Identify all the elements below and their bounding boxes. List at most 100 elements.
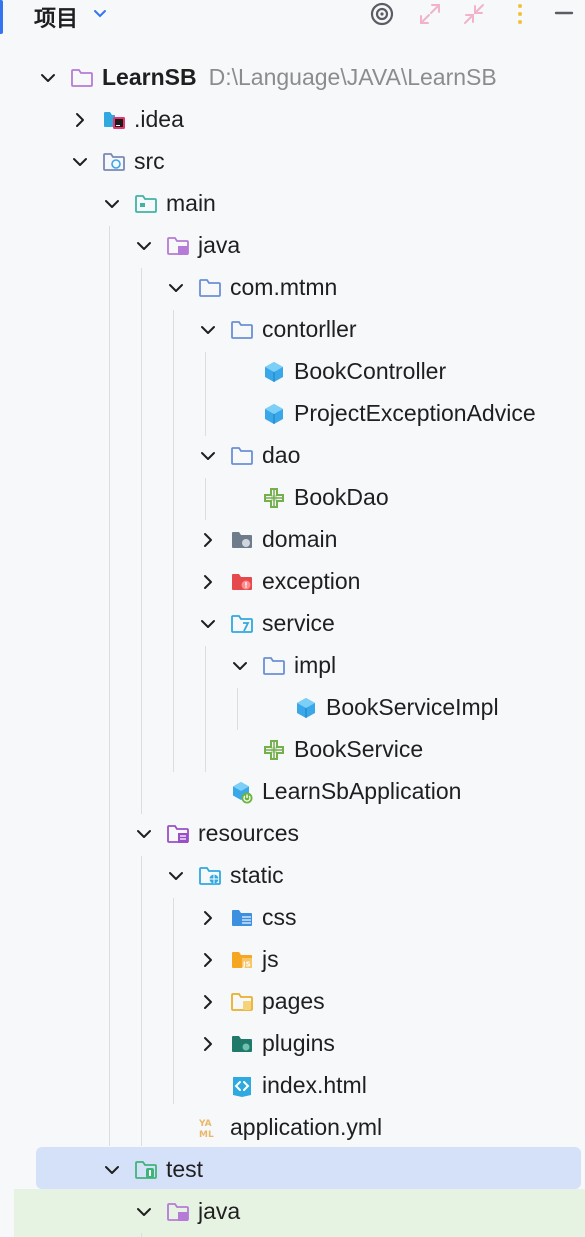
spring-boot-app-icon (230, 780, 254, 804)
tree-node-resources[interactable]: resources (0, 813, 585, 855)
tree-node-test[interactable]: test (0, 1149, 585, 1191)
tree-node-service[interactable]: service (0, 603, 585, 645)
tree-node-bookcontroller[interactable]: BookController (0, 351, 585, 393)
tree-node-label: service (262, 610, 335, 637)
indent-guide (141, 1233, 142, 1237)
tree-node-label: js (262, 946, 279, 973)
chevron-down-icon[interactable] (230, 656, 250, 676)
tree-node-name: .idea (134, 106, 184, 132)
tree-node-projectexceptionadvice[interactable]: ProjectExceptionAdvice (0, 393, 585, 435)
chevron-right-icon[interactable] (198, 908, 218, 928)
tree-node-label: BookServiceImpl (326, 694, 499, 721)
tree-node-contorller[interactable]: contorller (0, 309, 585, 351)
chevron-right-icon[interactable] (198, 572, 218, 592)
exception-folder-icon (230, 570, 254, 594)
chevron-down-icon[interactable] (134, 1202, 154, 1222)
chevron-right-icon[interactable] (198, 992, 218, 1012)
class-icon (262, 360, 286, 384)
more-icon[interactable] (506, 0, 534, 28)
tree-node-pages[interactable]: pages (0, 981, 585, 1023)
chevron-right-icon[interactable] (198, 530, 218, 550)
tree-node-exception[interactable]: exception (0, 561, 585, 603)
collapse-all-icon[interactable] (460, 0, 488, 28)
minimize-icon[interactable] (550, 0, 578, 28)
tree-node-js[interactable]: JS js (0, 939, 585, 981)
chevron-down-icon[interactable] (198, 446, 218, 466)
tree-node-dao[interactable]: dao (0, 435, 585, 477)
chevron-down-icon[interactable] (92, 3, 108, 23)
tree-node-css[interactable]: css (0, 897, 585, 939)
tree-node-src[interactable]: src (0, 141, 585, 183)
js-folder-icon: JS (230, 948, 254, 972)
tree-node-label: test (166, 1156, 203, 1183)
package-icon (262, 654, 286, 678)
tree-node-learnsbapplication[interactable]: LearnSbApplication (0, 771, 585, 813)
html-file-icon (230, 1074, 254, 1098)
chevron-down-icon[interactable] (198, 614, 218, 634)
css-folder-icon (230, 906, 254, 930)
chevron-right-icon[interactable] (198, 950, 218, 970)
expand-all-icon[interactable] (416, 0, 444, 28)
tree-node-application-yml[interactable]: YA ML application.yml (0, 1107, 585, 1149)
tree-node-bookservice[interactable]: BookService (0, 729, 585, 771)
tree-node-index-html[interactable]: index.html (0, 1065, 585, 1107)
chevron-down-icon[interactable] (38, 68, 58, 88)
tree-node-domain[interactable]: domain (0, 519, 585, 561)
tree-node-label: java (198, 232, 240, 259)
tree-node-name: java (198, 232, 241, 258)
tree-node-name: plugins (262, 1030, 335, 1056)
tree-node-label: .idea (134, 106, 184, 133)
main-folder-icon (134, 192, 158, 216)
tree-node-label: pages (262, 988, 325, 1015)
chevron-down-icon[interactable] (166, 866, 186, 886)
chevron-down-icon[interactable] (102, 194, 122, 214)
tree-node-label: LearnSbApplication (262, 778, 461, 805)
chevron-down-icon[interactable] (134, 824, 154, 844)
tree-node-learnsb[interactable]: LearnSB D:\Language\JAVA\LearnSB (0, 57, 585, 99)
chevron-down-icon[interactable] (70, 152, 90, 172)
tree-node-label: plugins (262, 1030, 335, 1057)
package-icon (198, 276, 222, 300)
tree-node-label: contorller (262, 316, 357, 343)
chevron-right-icon[interactable] (198, 1034, 218, 1054)
project-view-title[interactable]: 项目 (34, 1, 78, 33)
tree-node-name: impl (294, 652, 337, 678)
tree-node-name: exception (262, 568, 361, 594)
idea-folder-icon (102, 108, 126, 132)
tree-node-label: css (262, 904, 297, 931)
chevron-down-icon[interactable] (166, 278, 186, 298)
tree-node-name: LearnSbApplication (262, 778, 462, 804)
chevron-down-icon[interactable] (198, 320, 218, 340)
package-icon (230, 318, 254, 342)
tree-node-name: LearnSB (102, 64, 197, 90)
tree-node-name: BookDao (294, 484, 389, 510)
tree-node-impl[interactable]: impl (0, 645, 585, 687)
source-folder-icon (102, 150, 126, 174)
tree-node-label: dao (262, 442, 300, 469)
java-test-folder-icon (166, 1200, 190, 1224)
tree-node-static[interactable]: static (0, 855, 585, 897)
active-tab-indicator (0, 0, 3, 34)
tree-node-main[interactable]: main (0, 183, 585, 225)
tree-node-name: static (230, 862, 284, 888)
tree-node-java[interactable]: java (0, 1191, 585, 1233)
class-icon (294, 696, 318, 720)
tree-node-name: domain (262, 526, 338, 552)
tree-node-java[interactable]: java (0, 225, 585, 267)
test-folder-icon (134, 1158, 158, 1182)
chevron-right-icon[interactable] (70, 110, 90, 130)
locate-icon[interactable] (368, 0, 396, 28)
tree-node-bookdao[interactable]: BookDao (0, 477, 585, 519)
tree-node-name: css (262, 904, 297, 930)
tree-node-plugins[interactable]: plugins (0, 1023, 585, 1065)
chevron-down-icon[interactable] (102, 1160, 122, 1180)
tree-node-name: com.mtmn (230, 274, 338, 300)
tree-node-label: exception (262, 568, 360, 595)
tree-node-name: js (262, 946, 279, 972)
tree-node-idea[interactable]: .idea (0, 99, 585, 141)
tree-node-bookserviceimpl[interactable]: BookServiceImpl (0, 687, 585, 729)
tree-node-label: index.html (262, 1072, 367, 1099)
chevron-down-icon[interactable] (134, 236, 154, 256)
tree-node-com-mtmn[interactable]: com.mtmn (0, 267, 585, 309)
class-icon (262, 402, 286, 426)
